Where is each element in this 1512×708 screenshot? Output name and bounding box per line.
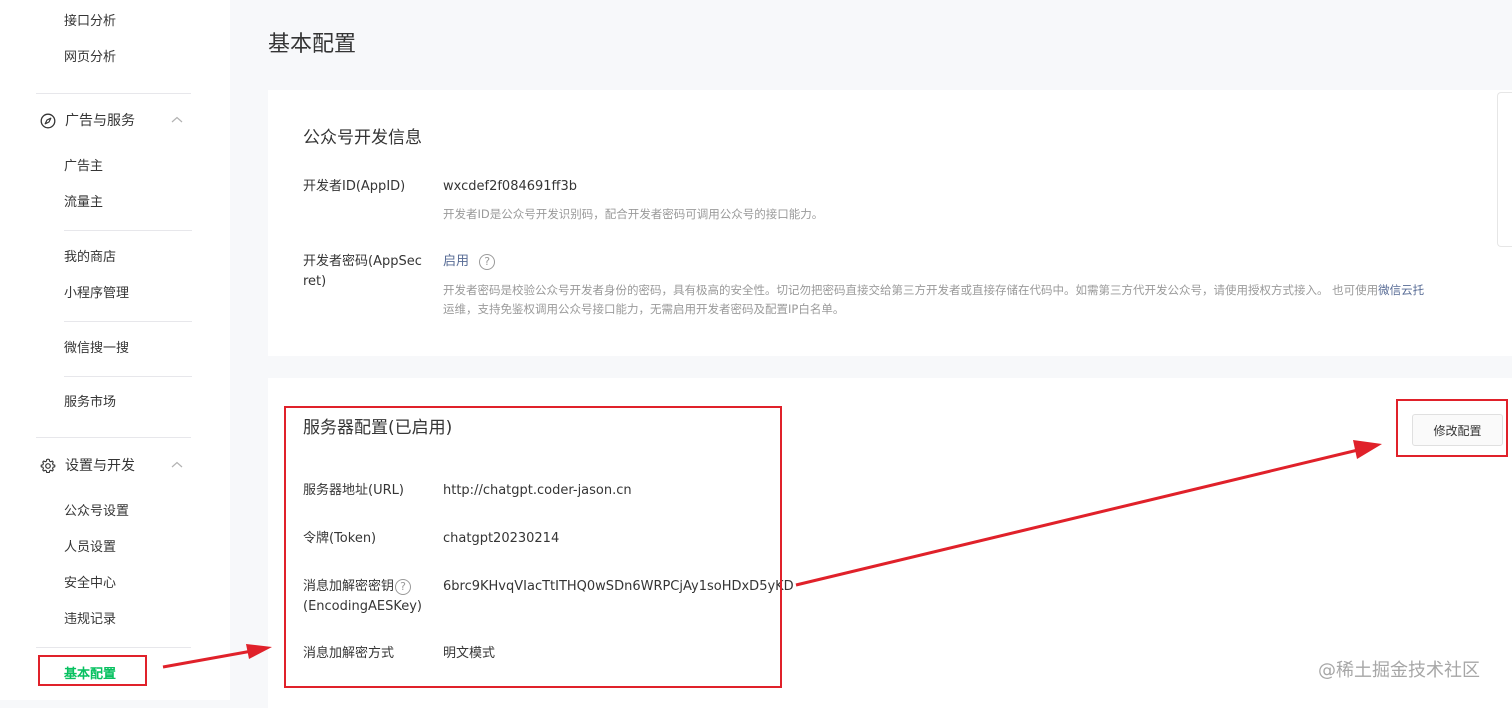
appsecret-label-line2: ret) (303, 274, 327, 289)
chevron-up-icon[interactable] (170, 113, 184, 127)
sidebar-item-security-center[interactable]: 安全中心 (64, 574, 116, 594)
appsecret-description-line2: 运维，支持免鉴权调用公众号接口能力，无需启用开发者密码及配置IP白名单。 (443, 302, 845, 316)
appid-value: wxcdef2f084691ff3b (443, 179, 578, 194)
sidebar-item-my-store[interactable]: 我的商店 (64, 248, 116, 268)
sidebar-divider (36, 93, 191, 94)
sidebar-divider (36, 647, 191, 648)
dev-info-card: 公众号开发信息 开发者ID(AppID) wxcdef2f084691ff3b … (268, 90, 1512, 356)
help-icon[interactable]: ? (479, 253, 496, 270)
dev-info-title: 公众号开发信息 (303, 128, 422, 148)
side-panel-edge (1497, 92, 1512, 247)
sidebar-item-member-settings[interactable]: 人员设置 (64, 538, 116, 558)
sidebar-item-service-market[interactable]: 服务市场 (64, 393, 116, 413)
appid-description: 开发者ID是公众号开发识别码，配合开发者密码可调用公众号的接口能力。 (443, 207, 824, 221)
annotation-box-server-config (284, 406, 782, 688)
appsecret-status-row: 启用 ? (443, 252, 496, 272)
appsecret-description-line1: 开发者密码是校验公众号开发者身份的密码，具有极高的安全性。切记勿把密码直接交给第… (443, 281, 1424, 300)
appid-label: 开发者ID(AppID) (303, 179, 406, 194)
sidebar-group-settings[interactable]: 设置与开发 (40, 456, 183, 476)
compass-icon (40, 113, 56, 129)
watermark: @稀土掘金技术社区 (1318, 660, 1480, 681)
sidebar-divider (64, 376, 192, 377)
appsecret-desc-text: 开发者密码是校验公众号开发者身份的密码，具有极高的安全性。切记勿把密码直接交给第… (443, 283, 1379, 297)
chevron-up-icon[interactable] (170, 458, 184, 472)
sidebar-divider (36, 437, 191, 438)
gear-icon (40, 458, 56, 474)
sidebar: 接口分析 网页分析 广告与服务 广告主 流量主 我的商店 小程序管理 微信搜一搜… (0, 0, 230, 700)
wechat-cloud-link[interactable]: 微信云托 (1378, 283, 1424, 297)
page-title: 基本配置 (268, 32, 357, 57)
sidebar-item-miniprogram[interactable]: 小程序管理 (64, 284, 129, 304)
sidebar-item-account-settings[interactable]: 公众号设置 (64, 502, 129, 522)
sidebar-item-advertiser[interactable]: 广告主 (64, 157, 103, 177)
appsecret-label-line1: 开发者密码(AppSec (303, 254, 422, 269)
sidebar-item-api-analysis[interactable]: 接口分析 (64, 12, 116, 32)
sidebar-item-violations[interactable]: 违规记录 (64, 610, 116, 630)
appsecret-label: 开发者密码(AppSec ret) (303, 252, 428, 292)
sidebar-item-web-analysis[interactable]: 网页分析 (64, 48, 116, 68)
annotation-box-basic-config (38, 655, 147, 686)
sidebar-item-wechat-search[interactable]: 微信搜一搜 (64, 339, 129, 359)
appsecret-status[interactable]: 启用 (443, 254, 469, 269)
sidebar-group-ads-label: 广告与服务 (65, 113, 135, 129)
sidebar-group-settings-label: 设置与开发 (65, 458, 135, 474)
sidebar-divider (64, 230, 192, 231)
sidebar-item-publisher[interactable]: 流量主 (64, 193, 103, 213)
annotation-box-modify-button (1396, 399, 1508, 457)
sidebar-group-ads[interactable]: 广告与服务 (40, 111, 183, 131)
sidebar-divider (64, 321, 192, 322)
